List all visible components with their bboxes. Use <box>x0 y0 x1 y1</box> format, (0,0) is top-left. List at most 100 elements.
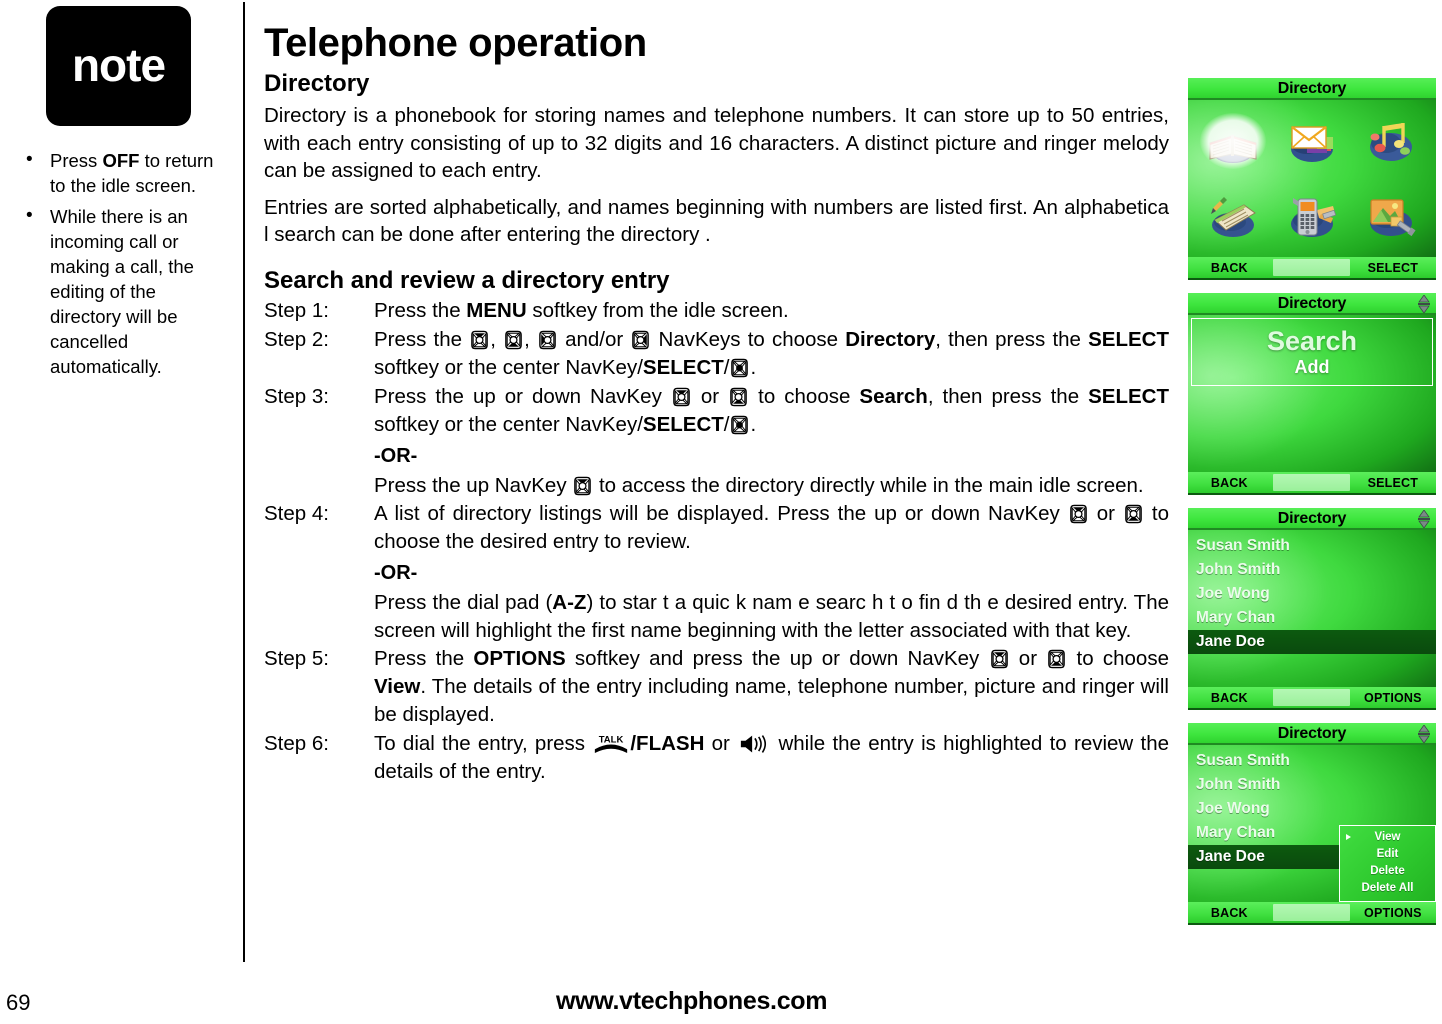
step-label-3: Step 3: <box>264 384 329 408</box>
list-item-selected[interactable]: Jane Doe <box>1188 630 1436 654</box>
step2-text-c: , then press the <box>935 327 1089 351</box>
step3-bold-select1: SELECT <box>1088 384 1169 408</box>
step-row-4-or: -OR- <box>264 557 1169 589</box>
step3-bold-select2: SELECT <box>642 412 724 436</box>
step-row-3: Step 3: Press the up or down NavKey or t… <box>264 383 1169 439</box>
note-badge-label: note <box>71 38 166 91</box>
popup-item-delete-all[interactable]: Delete All <box>1340 880 1435 897</box>
navkey-left-icon <box>538 330 557 350</box>
menu-icon-memo[interactable] <box>1194 179 1273 254</box>
step5-text-d: to choose <box>1067 646 1169 670</box>
step3-text-a: Press the up or down NavKey <box>374 384 671 408</box>
step5-text-a: Press the <box>374 646 474 670</box>
svg-text:TALK: TALK <box>599 734 624 745</box>
step3or-text-a: Press the up NavKey <box>374 473 573 497</box>
list-item[interactable]: John Smith <box>1188 558 1436 582</box>
menu-icon-picture-settings[interactable] <box>1351 179 1430 254</box>
menu-icon-messages[interactable] <box>1273 104 1352 179</box>
step2-text-b: NavKeys to choose <box>651 327 846 351</box>
step2-sep-3: and/or <box>557 327 631 351</box>
list-item[interactable]: Joe Wong <box>1188 582 1436 606</box>
menu-icon-handset-settings[interactable] <box>1273 179 1352 254</box>
softkey-middle[interactable] <box>1272 259 1350 276</box>
list-item[interactable]: Mary Chan <box>1188 606 1436 630</box>
list-item[interactable]: Joe Wong <box>1188 797 1436 821</box>
list-item[interactable]: John Smith <box>1188 773 1436 797</box>
screen2-header: Directory <box>1188 293 1436 315</box>
step-row-4-or-body: Press the dial pad (A-Z) to star t a qui… <box>264 589 1169 645</box>
submenu-item-add[interactable]: Add <box>1295 356 1330 378</box>
note-sidebar: note • Press OFF to return to the idle s… <box>0 0 232 960</box>
step-label-5: Step 5: <box>264 646 329 670</box>
step2-text-f: . <box>750 355 757 379</box>
step-body-1: Press the MENU softkey from the idle scr… <box>374 297 1169 325</box>
step3or-text-b: to access the directory directly while i… <box>593 473 1144 497</box>
popup-item-view-label: View <box>1374 831 1401 843</box>
screen2-body: Search Add <box>1188 315 1436 472</box>
softkey-select[interactable]: SELECT <box>1352 261 1435 275</box>
menu-icon-directory[interactable] <box>1194 104 1273 179</box>
navkey-center-icon <box>730 358 749 378</box>
step2-text-e: / <box>723 355 730 379</box>
popup-item-edit[interactable]: Edit <box>1340 846 1435 863</box>
popup-item-view[interactable]: View <box>1340 829 1435 846</box>
screen4-softkeys: BACK OPTIONS <box>1188 902 1436 923</box>
step-label-1: Step 1: <box>264 298 329 322</box>
step6-text-a: To dial the entry, press <box>374 731 593 755</box>
screen4-title: Directory <box>1277 725 1347 742</box>
step3-text-c: to choose <box>749 384 860 408</box>
paragraph-directory-sorting: Entries are sorted alphabetically, and n… <box>264 195 1169 247</box>
step-body-2: Press the , , and/or NavKeys to choose D… <box>374 326 1169 382</box>
paragraph-directory-intro: Directory is a phonebook for storing nam… <box>264 104 1169 182</box>
step5-bold-view: View <box>374 674 421 698</box>
softkey-back[interactable]: BACK <box>1188 691 1271 705</box>
softkey-back[interactable]: BACK <box>1188 476 1271 490</box>
screen3-title: Directory <box>1277 510 1347 527</box>
step4or-text-a: Press the dial pad ( <box>374 590 553 614</box>
navkey-up-icon <box>990 649 1009 669</box>
ringers-icon <box>1369 123 1412 162</box>
note-list: • Press OFF to return to the idle screen… <box>22 148 222 385</box>
note-list-item: • While there is an incoming call or mak… <box>22 204 222 379</box>
softkey-middle[interactable] <box>1272 689 1350 706</box>
softkey-middle[interactable] <box>1272 474 1350 491</box>
note-item-text-c: While there is an incoming call or makin… <box>50 206 194 377</box>
bullet-icon: • <box>26 149 33 170</box>
step-body-3: Press the up or down NavKey or to choose… <box>374 383 1169 439</box>
menu-icon-grid <box>1188 100 1436 257</box>
memo-icon <box>1211 196 1257 237</box>
menu-icon-ringers[interactable] <box>1351 104 1430 179</box>
softkey-middle[interactable] <box>1272 904 1350 921</box>
list-item[interactable]: Susan Smith <box>1188 749 1436 773</box>
scroll-indicator-icon <box>1418 294 1430 314</box>
screen2-title: Directory <box>1277 295 1347 312</box>
directory-icon <box>1209 135 1257 164</box>
screen4-body: Susan Smith John Smith Joe Wong Mary Cha… <box>1188 745 1436 902</box>
list-item[interactable]: Susan Smith <box>1188 534 1436 558</box>
navkey-up-icon <box>672 387 691 407</box>
navkey-center-icon <box>730 415 749 435</box>
talk-key-icon: TALK <box>592 733 630 755</box>
step2-bold-select2: SELECT <box>642 355 724 379</box>
step3-or-body: Press the up NavKey to access the direct… <box>374 472 1169 500</box>
navkey-up-icon <box>1069 504 1088 524</box>
softkey-back[interactable]: BACK <box>1188 261 1271 275</box>
step5-bold-options: OPTIONS <box>473 646 566 670</box>
navkey-down-icon <box>1047 649 1066 669</box>
softkey-back[interactable]: BACK <box>1188 906 1271 920</box>
step-row-3-or: -OR- <box>264 440 1169 472</box>
softkey-options[interactable]: OPTIONS <box>1352 691 1435 705</box>
screen1-title: Directory <box>1277 80 1347 97</box>
step4-or-body: Press the dial pad (A-Z) to star t a qui… <box>374 589 1169 645</box>
softkey-options[interactable]: OPTIONS <box>1352 906 1435 920</box>
step-label-2: Step 2: <box>264 327 329 351</box>
popup-item-delete[interactable]: Delete <box>1340 863 1435 880</box>
step-row-6: Step 6: To dial the entry, press TALK/FL… <box>264 730 1169 786</box>
submenu-item-search[interactable]: Search <box>1267 326 1357 356</box>
softkey-select[interactable]: SELECT <box>1352 476 1435 490</box>
step-body-6: To dial the entry, press TALK/FLASH or w… <box>374 730 1169 786</box>
main-content: Telephone operation Directory Directory … <box>264 20 1169 787</box>
section-heading-directory: Directory <box>264 70 370 97</box>
